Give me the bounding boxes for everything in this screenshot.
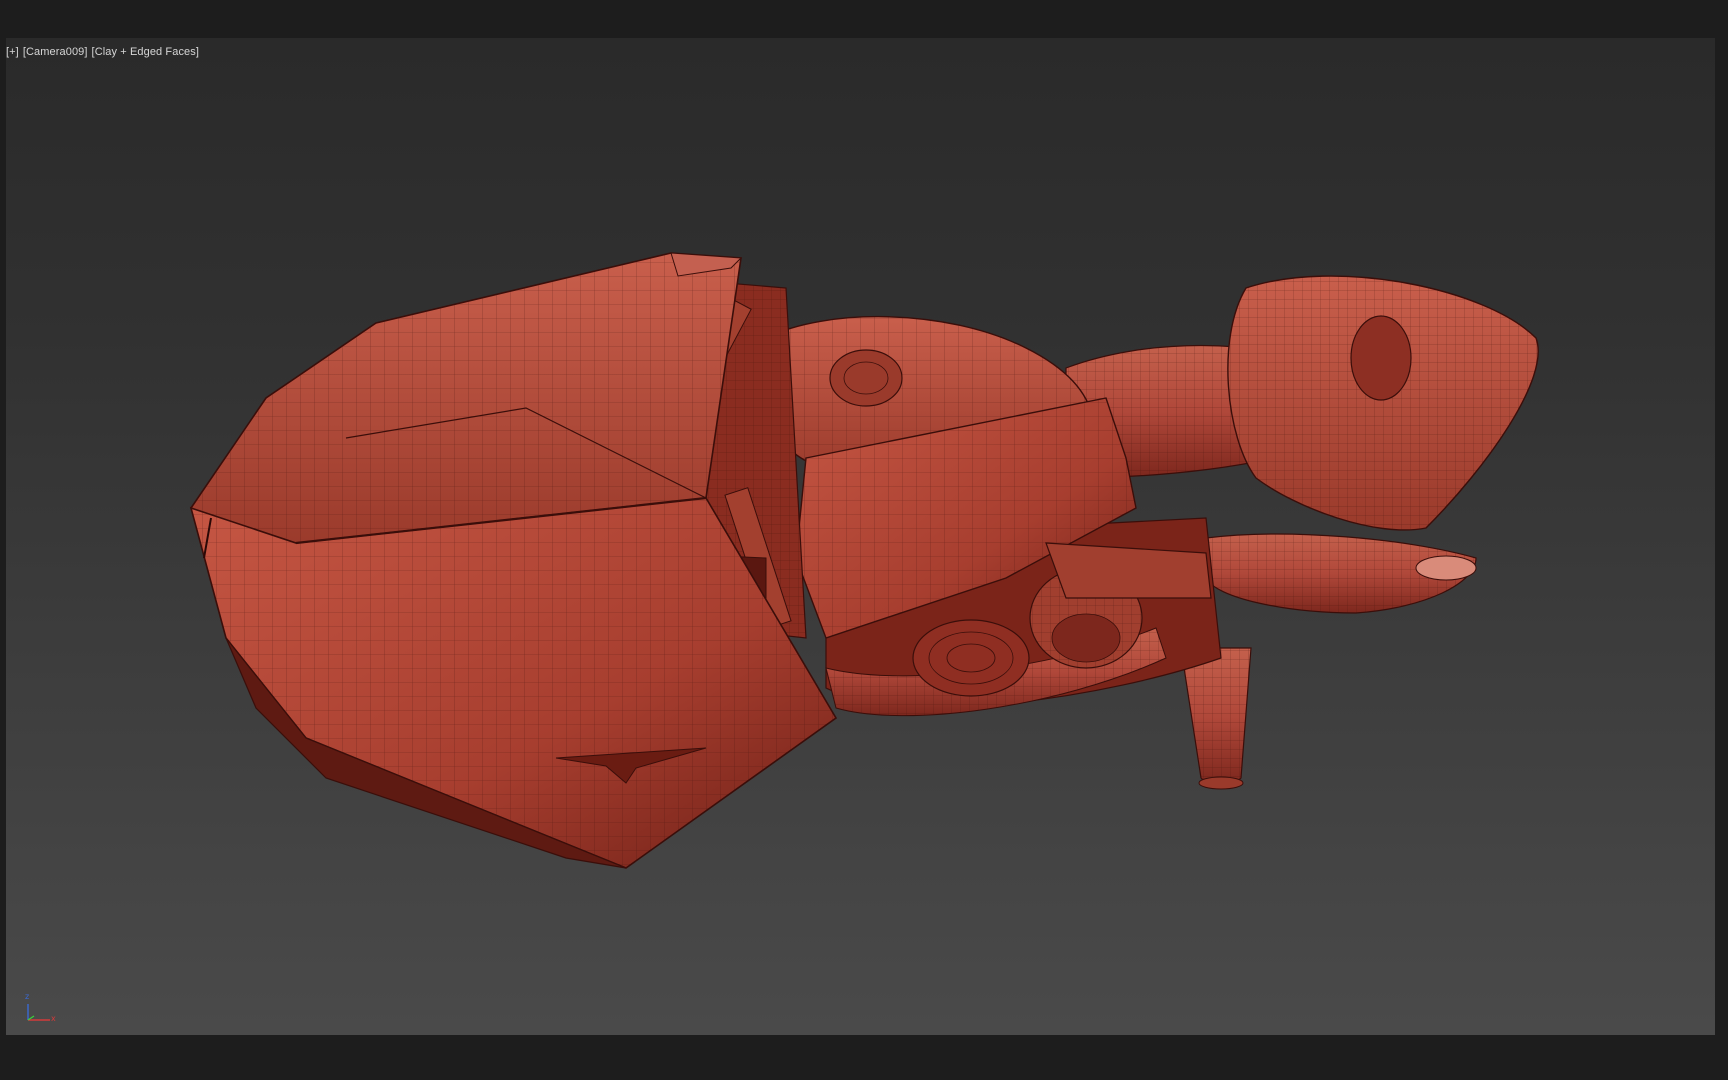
camera-viewport[interactable]: [+] [Camera009] [Clay + Edged Faces] z x (6, 38, 1715, 1035)
axis-tripod-icon: z x (20, 990, 60, 1030)
axis-x-label: x (51, 1014, 56, 1023)
axis-z-label: z (25, 992, 30, 1001)
max-viewport-window: [+] [Camera009] [Clay + Edged Faces] z x (0, 0, 1728, 1080)
hover-bike-model[interactable] (6, 38, 1715, 1035)
